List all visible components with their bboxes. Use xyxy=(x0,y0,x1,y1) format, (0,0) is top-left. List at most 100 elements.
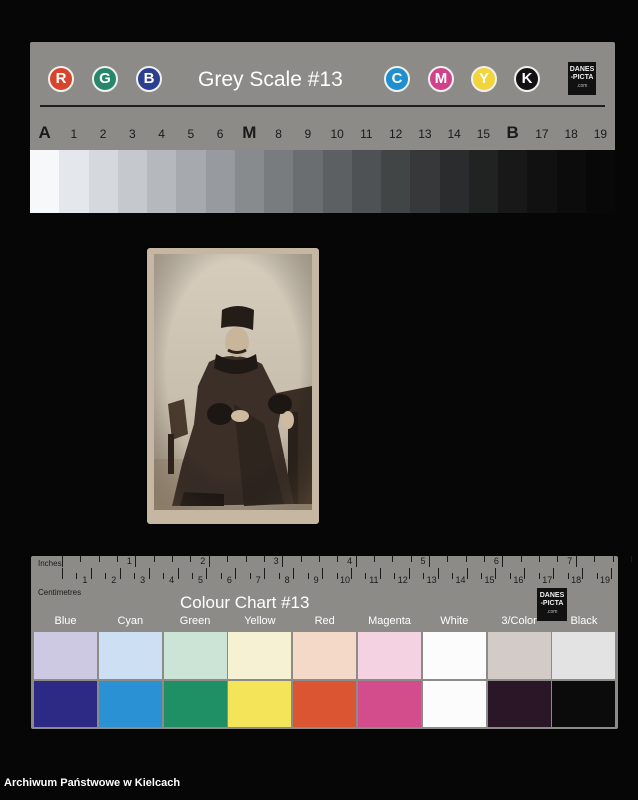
ruler-tick xyxy=(278,573,280,579)
grey-scale-label: 10 xyxy=(330,127,344,141)
grey-scale-label: 6 xyxy=(216,127,224,141)
ruler-tick xyxy=(264,568,266,579)
ruler-number: 3 xyxy=(273,556,279,566)
grey-scale-label: 8 xyxy=(275,127,282,141)
archive-caption: Archiwum Państwowe w Kielcach xyxy=(4,777,181,789)
ruler-tick xyxy=(117,556,119,562)
ruler-number: 9 xyxy=(313,575,319,585)
grey-scale-label: 19 xyxy=(593,127,608,141)
ruler-tick xyxy=(163,573,165,579)
colour-chart-title: Colour Chart #13 xyxy=(180,593,310,612)
ruler-number: 16 xyxy=(513,575,524,585)
ruler-number: 7 xyxy=(255,575,261,585)
grey-scale-title: Grey Scale #13 xyxy=(198,68,343,91)
ruler-number: 1 xyxy=(82,575,88,585)
grey-scale-label: 5 xyxy=(187,127,195,141)
patch-light xyxy=(34,632,97,679)
patch-label: Green xyxy=(179,615,211,627)
ruler-tick xyxy=(379,568,381,579)
grey-scale-label: 13 xyxy=(418,127,432,141)
ruler-tick xyxy=(465,556,467,562)
patch-dark xyxy=(487,681,551,727)
grey-swatch xyxy=(264,150,294,213)
ruler-tick xyxy=(350,568,352,579)
ruler-tick xyxy=(62,568,63,579)
patch-label: White xyxy=(440,615,469,627)
grey-swatch xyxy=(205,150,235,213)
patch-label: Black xyxy=(570,615,598,627)
grey-scale-label: 1 xyxy=(70,127,78,141)
patch-dark xyxy=(228,681,292,727)
ruler-tick xyxy=(365,573,367,579)
patch-dark xyxy=(98,681,162,727)
ruler-tick xyxy=(249,573,251,579)
ruler-tick xyxy=(119,568,121,579)
patch-light xyxy=(293,632,357,679)
ruler-tick xyxy=(206,568,208,579)
ruler-tick xyxy=(177,568,179,579)
ruler-tick xyxy=(263,556,265,562)
grey-swatch xyxy=(293,150,323,213)
ruler-number: 13 xyxy=(426,575,437,585)
ruler-tick xyxy=(235,568,237,579)
grey-scale-label: 14 xyxy=(447,127,461,141)
grey-scale-label: 12 xyxy=(388,127,403,141)
ruler-number: 4 xyxy=(347,556,353,566)
grey-swatch xyxy=(585,150,615,213)
patch-light xyxy=(552,632,616,679)
ruler-tick xyxy=(220,573,222,579)
patch-dark xyxy=(552,681,616,727)
ruler-tick xyxy=(630,556,632,562)
grey-scale-label: B xyxy=(506,123,519,142)
ruler-tick xyxy=(153,556,155,562)
ruler-tick xyxy=(582,568,584,579)
ruler-tick xyxy=(373,556,375,562)
logo-line-1: DANES xyxy=(539,592,565,599)
grey-scale-label: 18 xyxy=(564,127,578,141)
grey-swatch xyxy=(381,150,411,213)
ruler-tick xyxy=(90,568,92,579)
grey-swatch xyxy=(30,150,60,213)
ruler-tick xyxy=(208,556,210,567)
patch-dark xyxy=(34,681,97,727)
colour-chart-card: Inches Centimetres 123456781234567891011… xyxy=(31,556,632,729)
cmyk-dot-y: Y xyxy=(471,66,497,92)
ruler-tick xyxy=(245,556,247,562)
patch-label: Red xyxy=(314,615,335,627)
ruler-number: 11 xyxy=(369,575,379,585)
ruler-tick xyxy=(481,573,483,579)
ruler-tick xyxy=(611,568,613,579)
ruler-number: 2 xyxy=(111,575,117,585)
patch-label: Blue xyxy=(54,615,77,627)
ruler-tick xyxy=(62,556,63,567)
ruler-number: 6 xyxy=(493,556,499,566)
ruler-tick xyxy=(612,556,614,562)
grey-scale-label: 3 xyxy=(129,127,136,141)
ruler-number: 8 xyxy=(284,575,290,585)
grey-scale-label: M xyxy=(242,123,257,142)
ruler-tick xyxy=(538,573,540,579)
ruler-number: 1 xyxy=(126,556,132,566)
patch-light xyxy=(228,632,292,679)
grey-scale-label: 15 xyxy=(476,127,491,141)
patch-light xyxy=(487,632,551,679)
grey-swatch xyxy=(351,150,381,213)
ruler-tick xyxy=(452,573,454,579)
inches-label: Inches xyxy=(38,559,62,568)
ruler-tick xyxy=(520,556,522,562)
ruler-tick xyxy=(307,573,309,579)
ruler-tick xyxy=(423,573,425,579)
ruler-tick xyxy=(282,556,284,567)
ruler-tick xyxy=(408,568,410,579)
patch-light xyxy=(163,632,227,679)
grey-scale-label: 4 xyxy=(158,127,165,141)
ruler-tick xyxy=(553,568,555,579)
grey-scale-label: 11 xyxy=(360,127,373,141)
ruler-tick xyxy=(76,573,78,579)
ruler-number: 5 xyxy=(420,556,426,566)
ruler-tick xyxy=(98,556,100,562)
ruler-number: 2 xyxy=(200,556,206,566)
ruler-tick xyxy=(148,568,150,579)
cmyk-dot-m: M xyxy=(428,66,454,92)
ruler-tick xyxy=(394,573,396,579)
